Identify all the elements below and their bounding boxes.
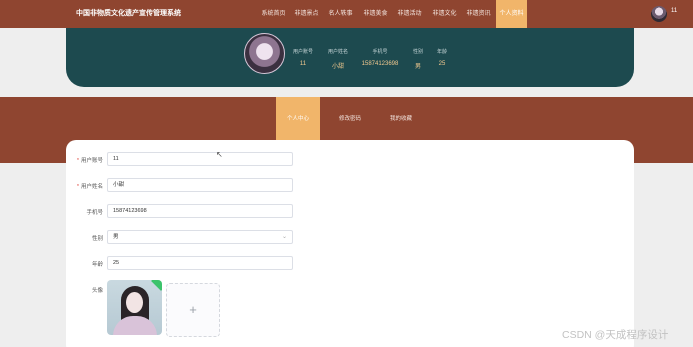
avatar-image[interactable] <box>107 280 162 335</box>
csdn-watermark: CSDN @天成程序设计 <box>562 329 669 341</box>
tab-change-password[interactable]: 修改密码 <box>328 97 372 141</box>
stat-phone: 手机号 15874123698 <box>360 48 400 67</box>
mouse-cursor-icon: ↖ <box>216 150 223 159</box>
age-label: 年龄 <box>91 262 103 268</box>
stat-age: 年龄 25 <box>422 48 462 67</box>
stat-label: 用户姓名 <box>327 49 348 55</box>
age-field[interactable]: 25 <box>107 256 293 270</box>
stat-realname: 用户姓名 小甜 <box>318 48 358 70</box>
site-title: 中国非物质文化遗产宣传管理系统 <box>76 10 181 17</box>
nav-item-attractions[interactable]: 非遗景点 <box>290 0 323 28</box>
username-label: * 用户账号 <box>76 158 103 164</box>
avatar-label: 头像 <box>91 288 103 294</box>
username-field[interactable]: 11 <box>107 152 293 166</box>
gender-label: 性别 <box>91 236 103 242</box>
chevron-down-icon: ⌄ <box>281 234 287 240</box>
phone-label: 手机号 <box>86 210 103 216</box>
stat-value: 15874123698 <box>361 61 399 67</box>
stat-value: 25 <box>438 61 446 67</box>
stat-username: 用户账号 11 <box>283 48 323 67</box>
top-navbar: 中国非物质文化遗产宣传管理系统 系统首页 非遗景点 名人轶事 非遗美食 非遗活动… <box>0 0 693 28</box>
gender-select-value: 男 <box>113 234 119 240</box>
nav-item-food[interactable]: 非遗美食 <box>359 0 392 28</box>
realname-label-text: 用户姓名 <box>80 184 103 190</box>
avatar-upload-button[interactable]: + <box>166 283 220 337</box>
stat-label: 手机号 <box>372 49 388 55</box>
tab-personal-center[interactable]: 个人中心 <box>276 97 320 141</box>
tab-my-favorites[interactable]: 我的收藏 <box>379 97 423 141</box>
stat-label: 用户账号 <box>292 49 313 55</box>
nav-item-home[interactable]: 系统首页 <box>257 0 290 28</box>
stat-label: 年龄 <box>436 49 447 55</box>
username-label-text: 用户账号 <box>80 158 103 164</box>
phone-field[interactable]: 15874123698 <box>107 204 293 218</box>
realname-label: * 用户姓名 <box>76 184 103 190</box>
nav-item-activities[interactable]: 非遗活动 <box>393 0 426 28</box>
user-avatar-icon[interactable] <box>651 6 667 22</box>
nav-item-celebrities[interactable]: 名人轶事 <box>324 0 357 28</box>
realname-field[interactable]: 小甜 <box>107 178 293 192</box>
nav-item-culture[interactable]: 非遗文化 <box>428 0 461 28</box>
stat-value: 11 <box>299 61 307 67</box>
upload-success-icon <box>151 280 162 291</box>
nav-username[interactable]: 11 <box>671 8 677 14</box>
profile-avatar <box>244 33 285 74</box>
nav-item-news[interactable]: 非遗资讯 <box>462 0 495 28</box>
gender-select[interactable]: 男 ⌄ <box>107 230 293 244</box>
nav-item-profile[interactable]: 个人资料 <box>496 0 527 28</box>
stat-value: 小甜 <box>331 64 344 70</box>
